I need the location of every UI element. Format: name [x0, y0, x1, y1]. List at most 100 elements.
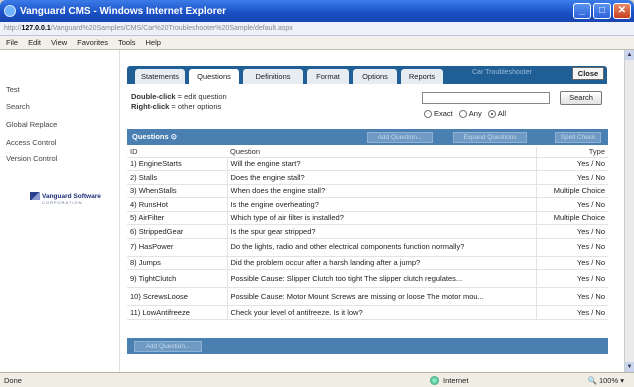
tab-format[interactable]: Format [307, 69, 349, 84]
hint-right-click-key: Right-click [131, 102, 170, 111]
window-title: Vanguard CMS - Windows Internet Explorer [20, 5, 227, 17]
column-header-type[interactable]: Type [535, 147, 608, 158]
tab-strip: Statements Questions Definitions Format … [127, 66, 607, 84]
address-bar[interactable]: http:// 127.0.0.1 /Vanguard%20Samples/CM… [0, 22, 634, 36]
question-id-cell: 9) TightClutch [127, 269, 228, 288]
question-id-cell: 1) EngineStarts [127, 157, 228, 171]
status-text: Done [4, 375, 22, 385]
sidebar-item-access-control[interactable]: Access Control [6, 138, 56, 147]
add-question-bottom-button[interactable]: Add Question... [134, 341, 202, 352]
radio-any[interactable]: Any [458, 109, 482, 119]
sidebar-item-version-control[interactable]: Version Control [6, 154, 57, 163]
question-type-cell: Yes / No [535, 305, 608, 320]
close-window-button[interactable]: ✕ [613, 3, 631, 19]
page-content: Test Search Global Replace Access Contro… [0, 50, 624, 372]
zoom-control[interactable]: 🔍 100% ▾ [588, 376, 624, 385]
search-mode-radios: Exact Any All [424, 109, 506, 119]
search-button[interactable]: Search [560, 91, 602, 105]
question-id-cell: 11) LowAntifreeze [127, 305, 228, 320]
question-text-cell: Does the engine stall? [227, 170, 536, 185]
menu-file[interactable]: File [6, 38, 18, 47]
tab-statements[interactable]: Statements [135, 69, 185, 84]
questions-title: Questions ⊙ [132, 132, 177, 141]
radio-all-circle[interactable] [487, 110, 496, 119]
table-header-row: ID Question Type [127, 147, 608, 158]
hint-double-click-key: Double-click [131, 92, 176, 101]
hint-right-click: Right-click = other options [131, 102, 221, 111]
question-text-cell: Do the lights, radio and other electrica… [227, 238, 536, 257]
question-id-cell: 3) WhenStalls [127, 184, 228, 198]
table-row[interactable]: 7) HasPower Do the lights, radio and othe… [127, 238, 608, 257]
questions-table: ID Question Type 1) EngineStarts Will the… [127, 147, 608, 320]
question-text-cell: Possible Cause: Slipper Clutch too tight… [227, 269, 536, 288]
question-text-cell: Which type of air filter is installed? [227, 211, 536, 225]
hint-right-click-text: = other options [169, 102, 222, 111]
radio-exact-circle[interactable] [424, 110, 432, 119]
vanguard-logo: Vanguard Software CORPORATION [30, 192, 101, 205]
question-text-cell: Possible Cause: Motor Mount Screws are m… [227, 287, 536, 306]
vertical-scrollbar[interactable]: ▲ ▼ [624, 50, 634, 372]
maximize-button[interactable]: □ [593, 3, 611, 19]
table-row[interactable]: 5) AirFilter Which type of air filter is … [127, 211, 608, 225]
question-id-cell: 5) AirFilter [127, 211, 228, 225]
search-input[interactable] [422, 92, 550, 104]
address-prefix: http:// [4, 25, 22, 32]
table-row[interactable]: 9) TightClutch Possible Cause: Slipper Cl… [127, 269, 608, 288]
table-row[interactable]: 11) LowAntifreeze Check your level of ant… [127, 305, 608, 320]
sidebar-item-test[interactable]: Test [6, 85, 20, 94]
menu-favorites[interactable]: Favorites [77, 38, 108, 47]
ie-icon [4, 5, 16, 17]
menu-help[interactable]: Help [146, 38, 161, 47]
scroll-up-icon[interactable]: ▲ [625, 50, 634, 60]
tab-definitions[interactable]: Definitions [243, 69, 303, 84]
question-id-cell: 7) HasPower [127, 238, 228, 257]
menu-tools[interactable]: Tools [118, 38, 136, 47]
question-text-cell: Is the engine overheating? [227, 197, 536, 212]
collapse-icon[interactable]: ⊙ [171, 132, 177, 141]
sidebar-item-global-replace[interactable]: Global Replace [6, 120, 57, 129]
close-button[interactable]: Close [572, 67, 604, 80]
question-text-cell: Check your level of antifreeze. Is it lo… [227, 305, 536, 320]
expand-questions-button[interactable]: Expand Questions [453, 132, 527, 143]
status-bar: Done Internet 🔍 100% ▾ [0, 372, 634, 387]
radio-all[interactable]: All [487, 109, 506, 119]
address-host: 127.0.0.1 [21, 25, 51, 32]
menu-view[interactable]: View [51, 38, 67, 47]
question-text-cell: Did the problem occur after a harsh land… [227, 256, 536, 270]
questions-footer: Add Question... [127, 338, 608, 354]
scroll-down-icon[interactable]: ▼ [625, 362, 634, 372]
tab-questions[interactable]: Questions [189, 69, 239, 84]
radio-exact[interactable]: Exact [424, 109, 453, 119]
radio-any-label: Any [468, 109, 482, 118]
table-row[interactable]: 3) WhenStalls When does the engine stall?… [127, 184, 608, 198]
question-text-cell: When does the engine stall? [227, 184, 536, 198]
question-type-cell: Multiple Choice [535, 184, 608, 198]
minimize-button[interactable]: _ [573, 3, 591, 19]
table-row[interactable]: 1) EngineStarts Will the engine start? Yes… [127, 157, 608, 171]
sidebar-item-search[interactable]: Search [6, 102, 30, 111]
question-id-cell: 6) StrippedGear [127, 224, 228, 239]
column-header-id[interactable]: ID [127, 147, 227, 158]
table-row[interactable]: 4) RunsHot Is the engine overheating? Yes … [127, 197, 608, 212]
radio-exact-label: Exact [434, 109, 453, 118]
table-row[interactable]: 2) Stalls Does the engine stall? Yes / No [127, 170, 608, 185]
question-type-cell: Yes / No [535, 157, 608, 171]
question-type-cell: Yes / No [535, 170, 608, 185]
add-question-button[interactable]: Add Question... [367, 132, 433, 143]
menu-bar: File Edit View Favorites Tools Help [0, 36, 634, 50]
spell-check-button[interactable]: Spell Check [555, 132, 601, 143]
table-row[interactable]: 10) ScrewsLoose Possible Cause: Motor Mou… [127, 287, 608, 306]
radio-any-circle[interactable] [458, 110, 467, 119]
question-text-cell: Is the spur gear stripped? [227, 224, 536, 239]
menu-edit[interactable]: Edit [28, 38, 41, 47]
question-id-cell: 2) Stalls [127, 170, 228, 185]
hint-double-click: Double-click = edit question [131, 92, 227, 101]
tab-reports[interactable]: Reports [401, 69, 443, 84]
globe-icon [430, 375, 439, 385]
zoom-level: 100% [598, 375, 619, 385]
tab-options[interactable]: Options [353, 69, 397, 84]
logo-sub: CORPORATION [42, 200, 83, 205]
table-row[interactable]: 8) Jumps Did the problem occur after a ha… [127, 256, 608, 270]
column-header-question[interactable]: Question [227, 147, 536, 158]
table-row[interactable]: 6) StrippedGear Is the spur gear stripped… [127, 224, 608, 239]
